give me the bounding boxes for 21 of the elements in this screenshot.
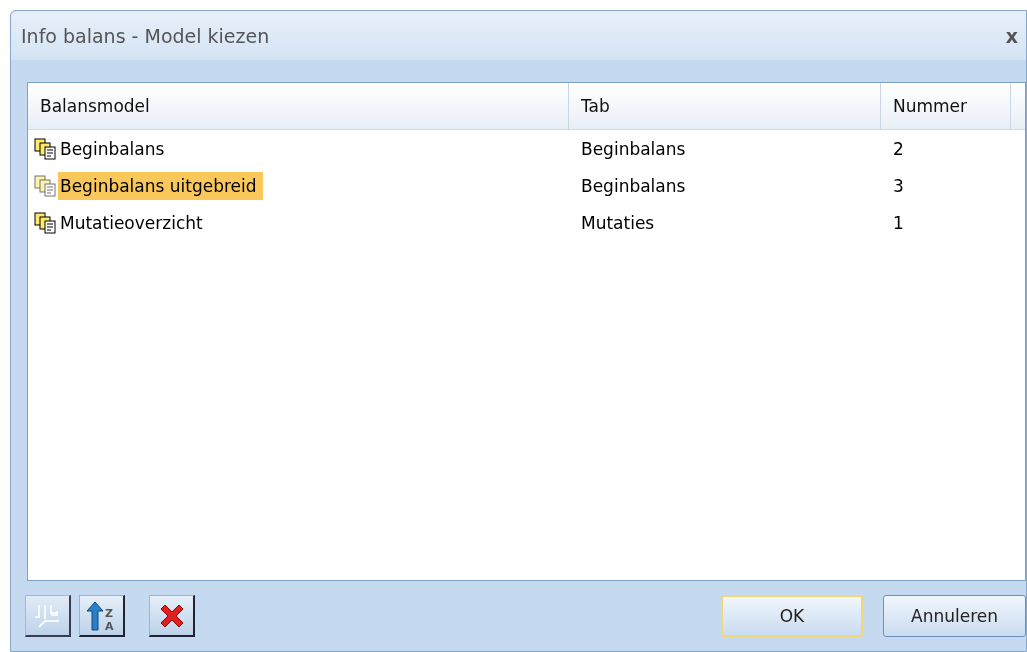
table-cell-text: Beginbalans (580, 175, 687, 196)
documents-icon (34, 137, 56, 160)
sort-button[interactable]: Z A (79, 595, 125, 637)
ok-button[interactable]: OK (721, 595, 863, 637)
column-header[interactable]: Balansmodel (28, 83, 569, 129)
table-cell-text: 1 (892, 212, 905, 233)
model-name[interactable]: Beginbalans (58, 134, 171, 163)
window-title: Info balans - Model kiezen (21, 24, 270, 47)
column-header[interactable]: Nummer (881, 83, 1011, 129)
delete-button[interactable] (149, 595, 195, 637)
table-cell-text: 3 (892, 175, 905, 196)
table-cell-text: Mutaties (580, 212, 656, 233)
table-cell-text: Beginbalans (580, 138, 687, 159)
model-name[interactable]: Beginbalans uitgebreid (58, 171, 263, 200)
documents-icon (34, 211, 56, 234)
close-button[interactable]: x (1005, 24, 1018, 47)
table-cell-text: 2 (892, 138, 905, 159)
model-name[interactable]: Mutatieoverzicht (58, 208, 209, 237)
documents-icon (34, 174, 56, 197)
cancel-button[interactable]: Annuleren (883, 595, 1026, 637)
column-header[interactable]: Tab (569, 83, 881, 129)
